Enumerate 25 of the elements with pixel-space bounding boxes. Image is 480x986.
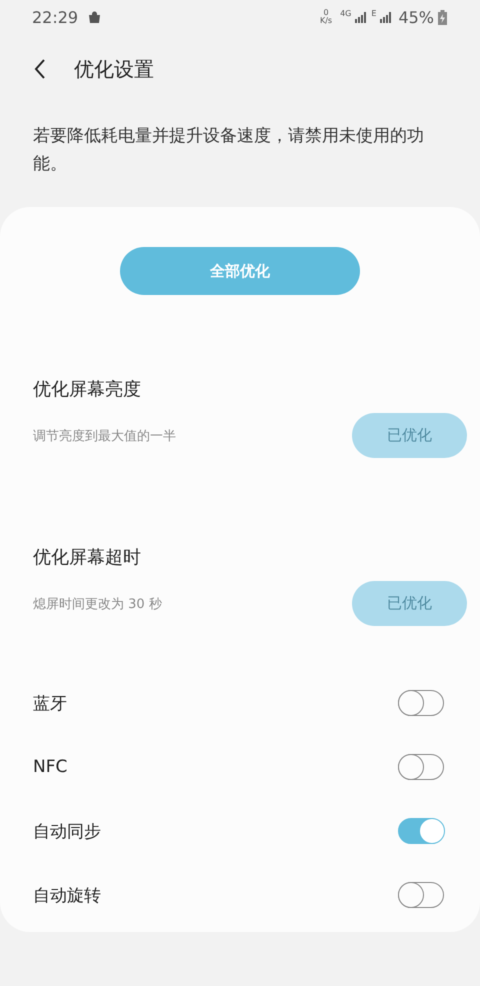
battery-charging-icon xyxy=(438,10,447,24)
option-title: 优化屏幕超时 xyxy=(33,546,142,569)
toggle-switch[interactable] xyxy=(398,690,444,716)
toggle-switch[interactable] xyxy=(398,754,444,780)
battery-percent: 45% xyxy=(398,8,434,26)
shopping-bag-icon xyxy=(88,10,102,24)
optimize-all-button[interactable]: 全部优化 xyxy=(120,247,360,295)
back-icon[interactable] xyxy=(34,59,46,79)
option-subtitle: 调节亮度到最大值的一半 xyxy=(33,428,176,444)
toggle-switch[interactable] xyxy=(398,818,444,844)
toggle-switch[interactable] xyxy=(398,882,444,908)
option-title: 优化屏幕亮度 xyxy=(33,378,142,401)
toggle-label: NFC xyxy=(33,757,68,777)
clock-time: 22:29 xyxy=(32,8,78,26)
option-subtitle: 熄屏时间更改为 30 秒 xyxy=(33,596,162,612)
signal-icon xyxy=(380,12,392,22)
network-type: E xyxy=(371,9,376,18)
toggle-label: 自动旋转 xyxy=(33,884,101,906)
toggle-label: 自动同步 xyxy=(33,820,101,842)
toggle-label: 蓝牙 xyxy=(33,692,67,714)
data-speed: 0 K/s xyxy=(320,9,332,25)
description-text: 若要降低耗电量并提升设备速度，请禁用未使用的功能。 xyxy=(33,125,425,176)
network-type: 4G xyxy=(340,9,352,18)
signal-icon xyxy=(355,12,368,22)
page-title: 优化设置 xyxy=(74,56,154,82)
